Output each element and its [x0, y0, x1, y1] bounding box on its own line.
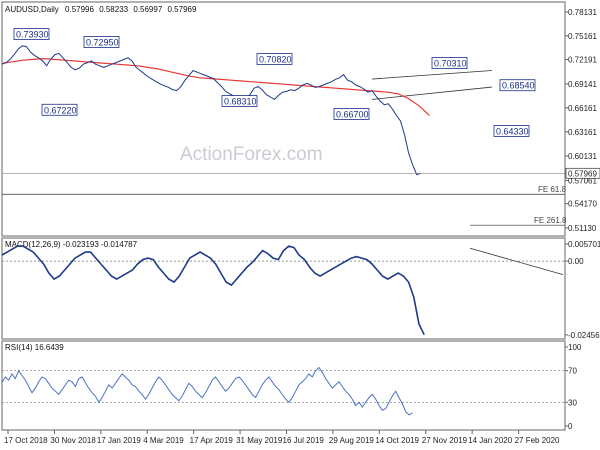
rsi-path [1, 366, 413, 416]
ohlc-high: 0.58233 [99, 5, 128, 14]
current-price-marker: 0.57969 [2, 167, 600, 179]
annotation-label: 0.72950 [86, 37, 119, 47]
x-tick-label: 27 Nov 2019 [422, 436, 468, 445]
chart-canvas: ActionForex.com AUDUSD,Daily 0.57996 0.5… [1, 1, 600, 445]
annotation-label: 0.66700 [336, 109, 369, 119]
rsi-panel-frame [1, 340, 566, 431]
channel-lower [371, 86, 493, 100]
macd-y-tick-label: 0.00 [568, 257, 584, 266]
x-tick-label: 27 Feb 2020 [515, 436, 560, 445]
annotation-label: 0.68310 [224, 97, 257, 107]
rsi-title: RSI(14) 16.6439 [5, 343, 64, 352]
current-price-label: 0.57969 [568, 169, 597, 178]
price-y-tick-label: 0.75161 [568, 32, 597, 41]
x-tick-label: 4 Mar 2019 [143, 436, 184, 445]
x-tick-label: 16 Jul 2019 [283, 436, 325, 445]
price-y-tick-label: 0.54170 [568, 200, 597, 209]
x-tick-label: 14 Oct 2019 [375, 436, 419, 445]
rsi-y-tick-label: 30 [568, 398, 577, 407]
fe-levels: FE 61.8 FE 261.8 [2, 185, 567, 226]
x-axis: 17 Oct 2018 30 Nov 2018 17 Jan 2019 4 Mar 2… [4, 430, 560, 445]
rsi-y-axis: 100 70 30 0 [565, 343, 582, 431]
x-tick-label: 29 Aug 2019 [329, 436, 374, 445]
price-y-tick-label: 0.78131 [568, 8, 597, 17]
x-tick-label: 17 Jan 2019 [97, 436, 142, 445]
price-y-tick-label: 0.51130 [568, 224, 597, 233]
annotation-label: 0.73930 [16, 30, 49, 40]
fe-label: FE 61.8 [538, 185, 567, 194]
annotation-label: 0.70310 [434, 59, 467, 69]
price-y-tick-label: 0.69141 [568, 80, 597, 89]
x-tick-label: 31 May 2019 [236, 436, 283, 445]
trend-channel [371, 70, 493, 100]
macd-line [1, 245, 425, 336]
price-y-tick-label: 0.60131 [568, 152, 597, 161]
macd-y-tick-label: -0.024569 [568, 331, 600, 340]
rsi-y-tick-label: 0 [568, 422, 573, 431]
price-y-axis: 0.78131 0.75161 0.72191 0.69141 0.66161 0.631… [565, 8, 597, 233]
x-tick-label: 14 Jan 2020 [468, 436, 513, 445]
x-tick-label: 17 Oct 2018 [4, 436, 48, 445]
fe-label: FE 261.8 [534, 216, 567, 225]
channel-upper [371, 70, 493, 80]
ohlc-open: 0.57996 [65, 5, 94, 14]
rsi-line [1, 366, 413, 416]
price-y-tick-label: 0.66161 [568, 104, 597, 113]
price-title-label: AUDUSD,Daily [5, 5, 59, 14]
macd-y-axis: 0.005701 0.00 -0.024569 [565, 240, 600, 340]
annotation-label: 0.70820 [259, 54, 292, 64]
x-tick-label: 17 Apr 2019 [190, 436, 234, 445]
price-y-tick-label: 0.72191 [568, 56, 597, 65]
rsi-y-tick-label: 100 [568, 343, 582, 352]
price-y-tick-label: 0.63161 [568, 128, 597, 137]
annotation-label: 0.68540 [502, 81, 535, 91]
swing-annotations: 0.73930 0.72950 0.67220 0.68310 0.70820 0.667… [13, 28, 536, 137]
macd-path [1, 245, 425, 336]
ohlc-low: 0.56997 [133, 5, 162, 14]
macd-y-tick-label: 0.005701 [568, 240, 600, 249]
price-title: AUDUSD,Daily 0.57996 0.58233 0.56997 0.5… [5, 5, 197, 14]
rsi-levels [2, 370, 565, 403]
rsi-y-tick-label: 70 [568, 367, 577, 376]
watermark: ActionForex.com [180, 144, 323, 165]
macd-panel-frame [1, 237, 566, 340]
annotation-label: 0.64330 [496, 126, 529, 136]
x-tick-label: 30 Nov 2018 [50, 436, 96, 445]
ohlc-close: 0.57969 [168, 5, 197, 14]
annotation-label: 0.67220 [44, 105, 77, 115]
